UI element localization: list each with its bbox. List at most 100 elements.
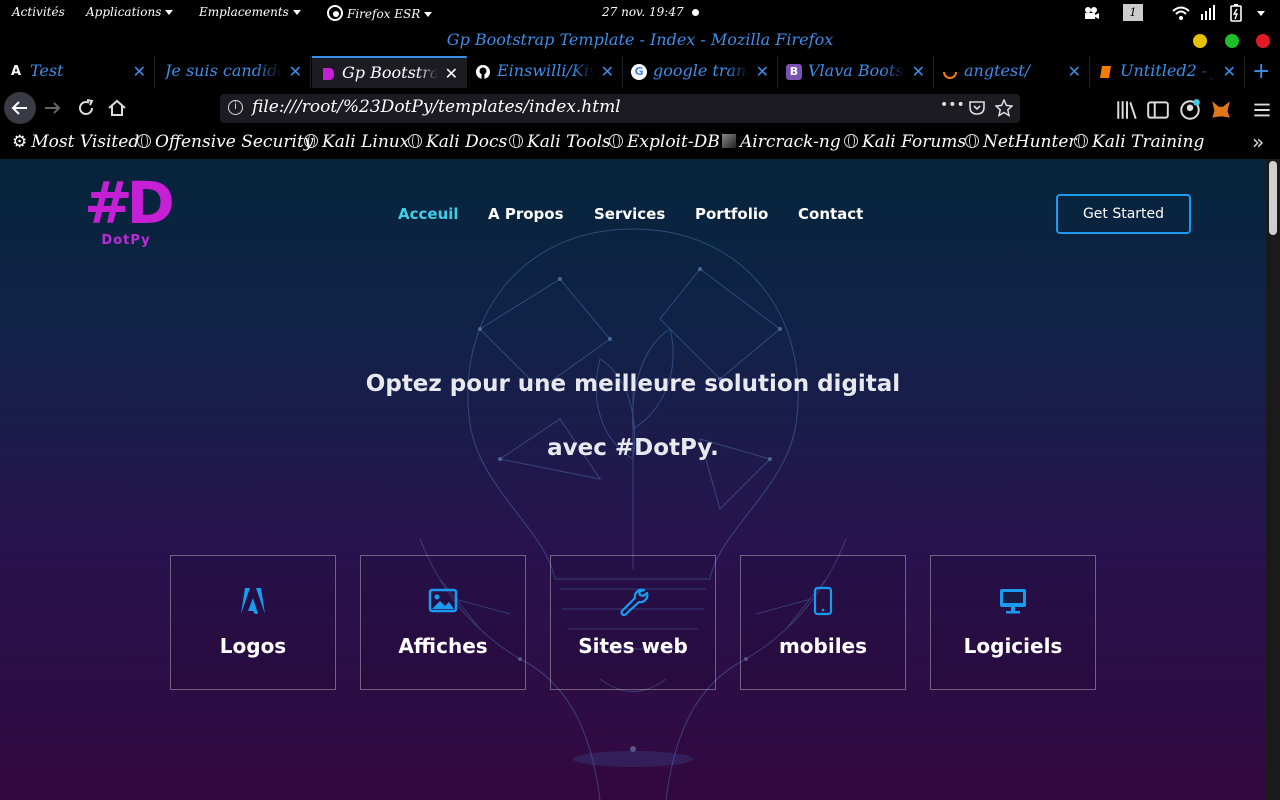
close-icon[interactable]: ✕ [601,62,614,81]
tab-test[interactable]: A Test ✕ [0,56,155,88]
bookmark-kali-tools[interactable]: Kali Tools [509,132,611,152]
bookmark-kali-docs[interactable]: Kali Docs [408,132,507,152]
reload-button[interactable] [74,96,98,120]
bookmark-label: Aircrack-ng [740,132,841,152]
url-bar[interactable]: i file:///root/%23DotPy/templates/index.… [220,94,1020,123]
bookmarks-overflow-chevron-icon[interactable]: » [1252,130,1264,154]
bookmark-label: Kali Docs [426,132,508,152]
globe-icon [609,134,623,148]
home-button[interactable] [105,96,129,120]
tab-strip: A Test ✕ Je suis candidat ✕ Gp Bootstrap… [0,56,1280,88]
service-card-logiciels[interactable]: Logiciels [930,555,1096,690]
library-icon[interactable] [1115,98,1139,122]
bookmark-kali-training[interactable]: Kali Training [1074,132,1204,152]
bookmark-most-visited[interactable]: ⚙ Most Visited [12,132,139,152]
close-icon[interactable]: ✕ [1068,62,1081,81]
close-icon[interactable]: ✕ [912,62,925,81]
bookmark-star-icon[interactable] [995,99,1013,117]
tab-favicon-icon: A [10,64,22,79]
tab-angtest[interactable]: angtest/ ✕ [934,56,1090,88]
tab-label: Test [30,61,64,80]
hero-title-line-1: Optez pour une meilleure solution digita… [365,371,901,397]
close-icon[interactable]: ✕ [756,62,769,81]
hamburger-menu-icon[interactable] [1250,98,1274,122]
service-card-sites-web[interactable]: Sites web [550,555,716,690]
back-arrow-icon [11,101,27,115]
workspace-indicator[interactable]: 1 [1123,4,1143,21]
service-card-affiches[interactable]: Affiches [360,555,526,690]
bookmark-exploit-db[interactable]: Exploit-DB [609,132,720,152]
bookmark-nethunter[interactable]: NetHunter [965,132,1077,152]
app-menu[interactable]: Firefox ESR [327,5,433,21]
service-card-logos[interactable]: Logos [170,555,336,690]
nav-link-contact[interactable]: Contact [798,205,863,223]
bookmark-label: NetHunter [983,132,1077,152]
tab-label: Einswilli/Kivy [497,61,594,80]
applications-menu[interactable]: Applications [86,5,174,19]
tab-label: Vlava Bootstrap [808,61,905,80]
applications-label: Applications [86,5,162,19]
nav-link-a-propos[interactable]: A Propos [488,205,564,223]
minimize-button[interactable] [1193,34,1207,48]
spinner-icon [943,71,957,79]
tab-candidat[interactable]: Je suis candidat ✕ [155,56,311,88]
page-scrollbar[interactable] [1266,159,1280,800]
logo-hash: # [84,169,133,237]
activities-button[interactable]: Activités [12,5,65,19]
system-menu-chevron-icon[interactable] [1257,11,1265,16]
info-icon[interactable]: i [228,100,243,115]
get-started-button[interactable]: Get Started [1056,194,1191,234]
site-logo[interactable]: #D DotPy [76,173,176,255]
tab-jupyter[interactable]: Untitled2 - Jupyter ✕ [1090,56,1245,88]
service-card-mobiles[interactable]: mobiles [740,555,906,690]
scrollbar-thumb[interactable] [1269,161,1277,235]
service-card-label: Sites web [578,634,688,658]
tab-vlava[interactable]: B Vlava Bootstrap ✕ [778,56,934,88]
bookmark-kali-linux[interactable]: Kali Linux [304,132,409,152]
logo-letter: D [126,169,175,237]
globe-icon [408,134,422,148]
monitor-icon [1000,589,1026,614]
places-label: Emplacements [199,5,289,19]
adobe-icon [241,588,265,614]
service-card-label: Logos [219,634,287,658]
metamask-icon[interactable] [1209,98,1233,122]
logo-wordmark: DotPy [101,233,151,248]
tab-label: angtest/ [964,61,1031,80]
nav-link-services[interactable]: Services [594,205,665,223]
bookmark-aircrack-ng[interactable]: Aircrack-ng [722,132,841,152]
bookmark-label: Kali Forums [862,132,967,152]
volume-icon[interactable] [1200,5,1216,21]
close-icon[interactable]: ✕ [133,62,146,81]
sidebar-icon[interactable] [1146,98,1170,122]
camera-icon[interactable] [1083,5,1099,21]
bookmark-kali-forums[interactable]: Kali Forums [844,132,966,152]
back-button[interactable] [4,92,36,124]
close-icon[interactable]: ✕ [445,64,458,83]
tab-google[interactable]: G google translate ✕ [623,56,778,88]
pocket-icon[interactable] [968,99,986,117]
maximize-button[interactable] [1225,34,1239,48]
places-menu[interactable]: Emplacements [199,5,301,19]
new-tab-button[interactable]: + [1252,59,1270,84]
battery-icon[interactable] [1230,4,1242,22]
bookmark-offensive-security[interactable]: Offensive Security [137,132,313,152]
chevron-down-icon [292,10,301,15]
url-text[interactable]: file:///root/%23DotPy/templates/index.ht… [252,97,621,117]
wifi-icon[interactable] [1172,5,1190,21]
tab-github[interactable]: Einswilli/Kivy ✕ [467,56,623,88]
bookmark-label: Kali Tools [527,132,611,152]
close-icon[interactable]: ✕ [289,62,302,81]
clock[interactable]: 27 nov. 19:47 [602,5,684,19]
forward-button[interactable] [41,96,65,120]
account-icon[interactable] [1178,98,1202,122]
globe-icon [137,134,151,148]
page-actions-more-icon[interactable]: ••• [940,97,965,113]
tab-gp-bootstrap[interactable]: Gp Bootstrap Template ✕ [312,56,467,88]
system-top-bar: Activités Applications Emplacements Fire… [0,0,1280,26]
nav-link-acceuil[interactable]: Acceuil [398,205,459,223]
close-window-button[interactable] [1256,34,1270,48]
chevron-down-icon [424,12,433,17]
close-icon[interactable]: ✕ [1223,62,1236,81]
nav-link-portfolio[interactable]: Portfolio [695,205,768,223]
